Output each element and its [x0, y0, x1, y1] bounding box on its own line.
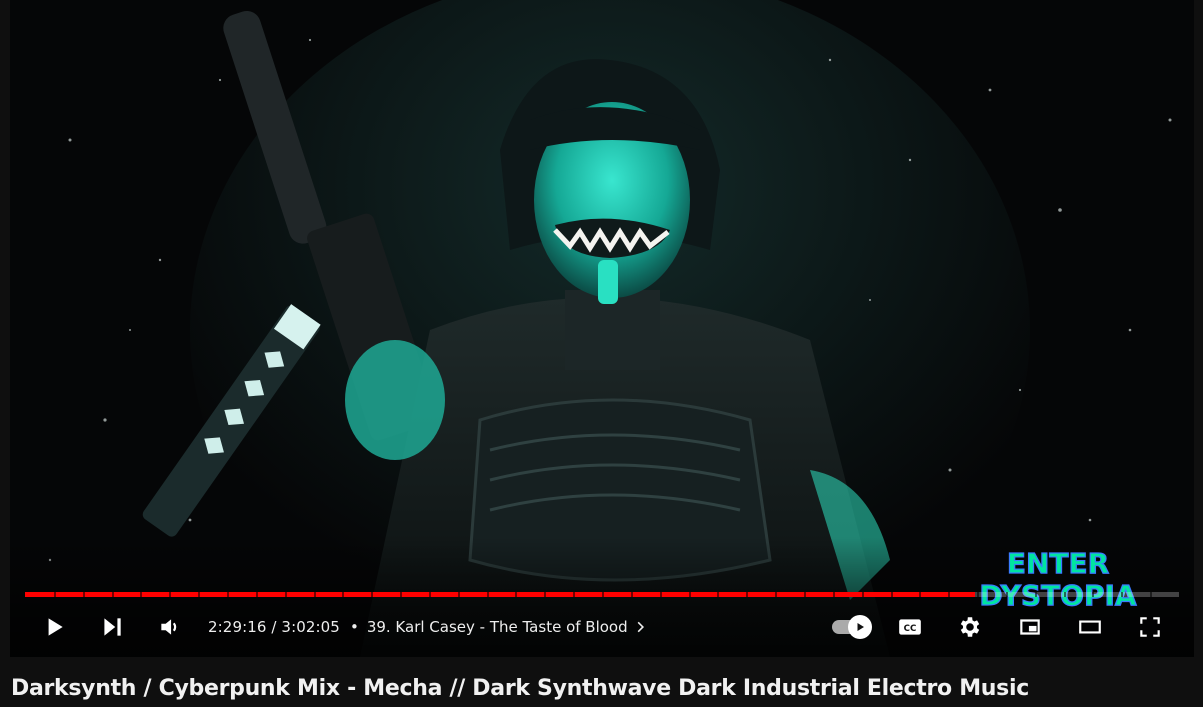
gear-icon — [960, 617, 980, 637]
chapter-marker — [717, 592, 720, 597]
chapter-marker — [486, 592, 489, 597]
chapter-marker — [515, 592, 518, 597]
chapter-marker — [803, 592, 806, 597]
mute-button[interactable] — [146, 603, 194, 651]
chapter-marker — [198, 592, 201, 597]
chapter-marker — [342, 592, 345, 597]
chapter-marker — [1121, 592, 1124, 597]
chapter-separator: • — [349, 618, 359, 636]
chapter-marker — [457, 592, 460, 597]
chapter-marker — [371, 592, 374, 597]
chapter-marker — [1063, 592, 1066, 597]
svg-text:CC: CC — [904, 624, 917, 634]
chapter-marker — [948, 592, 951, 597]
miniplayer-button[interactable] — [1000, 603, 1060, 651]
chapter-marker — [1092, 592, 1095, 597]
theater-mode-button[interactable] — [1060, 603, 1120, 651]
chapter-marker — [977, 592, 980, 597]
chapter-marker — [688, 592, 691, 597]
chapter-marker — [400, 592, 403, 597]
chapter-marker — [919, 592, 922, 597]
chapter-marker — [1005, 592, 1008, 597]
chapter-marker — [1034, 592, 1037, 597]
svg-text:ENTER: ENTER — [1007, 547, 1109, 580]
chapter-marker — [1150, 592, 1153, 597]
chapter-marker — [861, 592, 864, 597]
progress-bar[interactable] — [25, 592, 1179, 597]
chapter-marker — [544, 592, 547, 597]
chapter-title: 39. Karl Casey - The Taste of Blood — [366, 618, 628, 636]
autoplay-toggle[interactable] — [820, 603, 880, 651]
autoplay-play-icon — [857, 623, 864, 631]
chapter-marker — [226, 592, 229, 597]
autoplay-track — [832, 615, 872, 639]
volume-icon — [161, 619, 177, 635]
chapter-marker — [111, 592, 114, 597]
autoplay-knob — [848, 615, 872, 639]
fullscreen-icon — [1140, 617, 1160, 637]
chapter-marker — [746, 592, 749, 597]
time-separator: / — [266, 618, 282, 636]
video-title[interactable]: Darksynth / Cyberpunk Mix - Mecha // Dar… — [11, 676, 1029, 701]
settings-button[interactable] — [940, 603, 1000, 651]
miniplayer-icon — [1020, 619, 1040, 635]
cc-icon: CC — [899, 619, 921, 635]
chapter-marker — [255, 592, 258, 597]
time-current: 2:29:16 — [208, 618, 267, 636]
play-button[interactable] — [30, 603, 78, 651]
chapter-marker — [53, 592, 56, 597]
chapter-marker — [890, 592, 893, 597]
play-icon — [48, 618, 63, 636]
video-player[interactable]: ENTER DYSTOPIA 2:29:16 / 3:02:05 • 39. K… — [10, 0, 1194, 657]
chapter-marker — [169, 592, 172, 597]
chapter-marker — [313, 592, 316, 597]
chapter-title-button[interactable]: • 39. Karl Casey - The Taste of Blood — [348, 618, 650, 636]
chapter-marker — [659, 592, 662, 597]
next-icon — [104, 618, 121, 636]
chapter-marker — [82, 592, 85, 597]
player-controls: 2:29:16 / 3:02:05 • 39. Karl Casey - The… — [10, 603, 1194, 651]
chapter-marker — [775, 592, 778, 597]
chapter-marker — [630, 592, 633, 597]
chapter-marker — [602, 592, 604, 597]
chapter-marker — [573, 592, 576, 597]
chapter-marker — [428, 592, 431, 597]
chapter-marker — [832, 592, 835, 597]
captions-button[interactable]: CC — [880, 603, 940, 651]
time-total: 3:02:05 — [281, 618, 340, 636]
theater-icon — [1079, 620, 1101, 634]
chapter-marker — [284, 592, 287, 597]
time-display: 2:29:16 / 3:02:05 — [208, 618, 340, 636]
next-button[interactable] — [88, 603, 136, 651]
chevron-right-icon — [637, 621, 644, 633]
chapter-marker — [140, 592, 143, 597]
fullscreen-button[interactable] — [1120, 603, 1180, 651]
